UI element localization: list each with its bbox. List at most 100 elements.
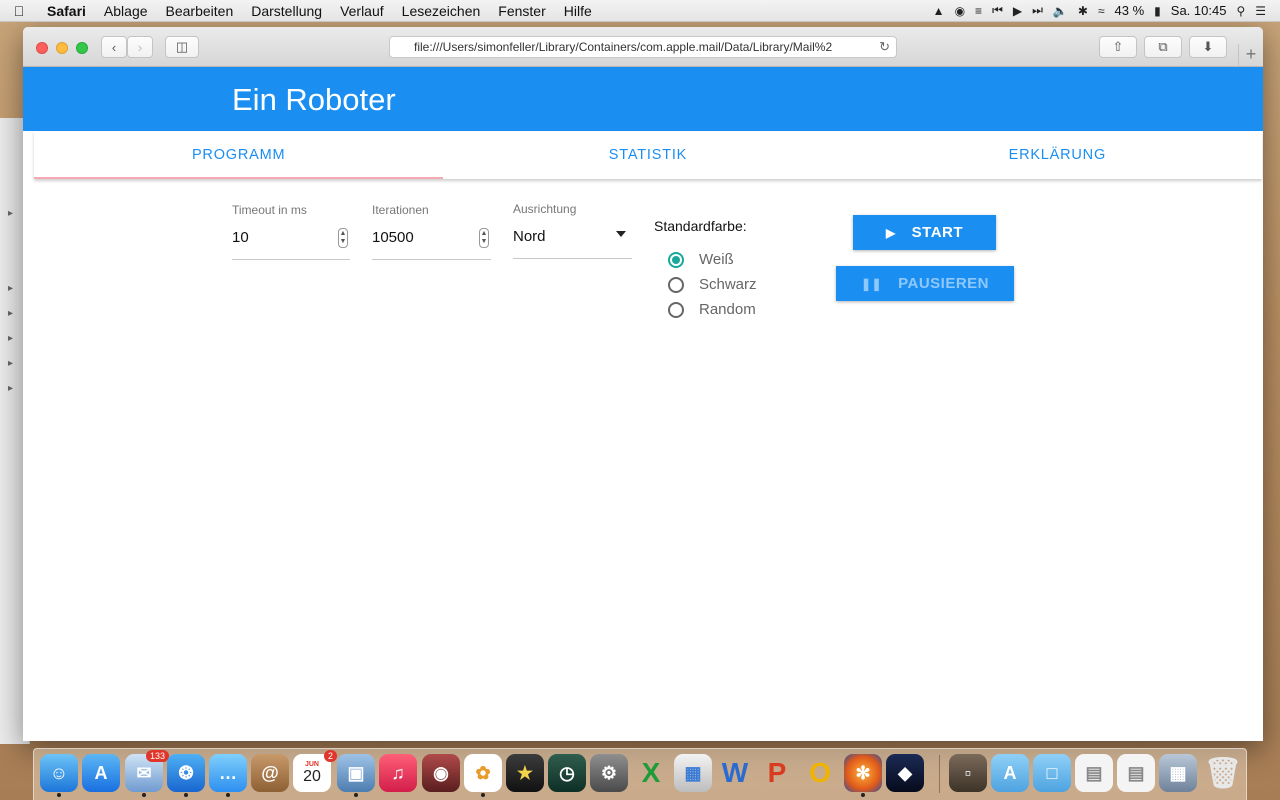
share-icon[interactable]: ⇧ — [1099, 36, 1137, 58]
apple-menu-icon[interactable]:  — [0, 3, 38, 19]
airplay-icon[interactable]: ▲ — [933, 4, 945, 18]
pause-icon: ❚❚ — [860, 276, 883, 291]
radio-weiss-label: Weiß — [699, 251, 734, 268]
menu-ablage[interactable]: Ablage — [95, 3, 157, 19]
iterations-input[interactable]: 10500 — [372, 229, 414, 246]
sidebar-fragment: ▸ — [8, 308, 14, 319]
app-store-icon[interactable]: A — [82, 754, 120, 792]
word-icon[interactable]: W — [716, 754, 754, 792]
tabs-overview-icon[interactable]: ⧉ — [1144, 36, 1182, 58]
calendar-day: 20 — [303, 767, 321, 785]
mail-icon[interactable]: ✉ 133 — [125, 750, 169, 797]
dropdown-arrow-icon[interactable] — [616, 231, 626, 237]
wifi-icon[interactable]: ≈ — [1098, 4, 1105, 18]
tab-erklaerung[interactable]: ERKLÄRUNG — [853, 131, 1262, 179]
app-icon-dark[interactable]: ◆ — [886, 754, 924, 792]
previous-track-icon[interactable]: ⏮ — [992, 3, 1003, 18]
photo-booth-icon[interactable]: ◉ — [422, 754, 460, 792]
volume-icon[interactable]: 🔈 — [1053, 4, 1068, 18]
firefox-icon[interactable]: ✻ — [844, 754, 882, 797]
system-preferences-icon[interactable]: ⚙ — [590, 754, 628, 792]
zoom-window-button[interactable] — [76, 42, 88, 54]
clock[interactable]: Sa. 10:45 — [1171, 3, 1227, 18]
tab-programm[interactable]: PROGRAMM — [34, 131, 444, 179]
applications-folder-icon[interactable]: A — [991, 754, 1029, 792]
timeout-field[interactable]: Timeout in ms 10 ▲ ▼ — [232, 203, 350, 260]
downloads-stack-icon[interactable]: ▦ — [1159, 754, 1197, 792]
address-bar[interactable]: file:///Users/simonfeller/Library/Contai… — [389, 36, 897, 58]
play-icon[interactable]: ▶ — [1013, 4, 1022, 18]
sidebar-fragment: ▸ — [8, 358, 14, 369]
calendar-icon[interactable]: JUN 20 2 — [293, 750, 337, 792]
forward-button[interactable]: › — [127, 36, 153, 58]
close-window-button[interactable] — [36, 42, 48, 54]
excel-icon[interactable]: X — [632, 754, 670, 792]
calendar-badge: 2 — [323, 750, 337, 762]
minimize-window-button[interactable] — [56, 42, 68, 54]
calendar-month: JUN — [304, 760, 319, 768]
iterations-stepper-icon[interactable]: ▲ ▼ — [479, 228, 489, 248]
sync-icon[interactable]: ◉ — [955, 4, 965, 18]
tab-statistik[interactable]: STATISTIK — [443, 131, 852, 179]
imovie-icon[interactable]: ★ — [506, 754, 544, 792]
menu-verlauf[interactable]: Verlauf — [331, 3, 393, 19]
screenshot-stack-icon[interactable]: ▤ — [1117, 754, 1155, 792]
notification-center-icon[interactable]: ☰ — [1255, 4, 1266, 18]
contacts-icon[interactable]: @ — [251, 754, 289, 792]
outlook-icon[interactable]: O — [801, 754, 839, 792]
menu-fenster[interactable]: Fenster — [489, 3, 554, 19]
powerpoint-icon[interactable]: P — [758, 754, 796, 792]
documents-folder-icon[interactable]: □ — [1033, 754, 1071, 792]
reload-icon[interactable]: ↻ — [879, 39, 890, 55]
timeout-stepper-icon[interactable]: ▲ ▼ — [338, 228, 348, 248]
radio-weiss[interactable]: Weiß — [668, 251, 734, 268]
play-icon: ▶ — [885, 225, 896, 240]
bluetooth-icon[interactable]: ✱ — [1078, 4, 1088, 18]
iterations-field[interactable]: Iterationen 10500 ▲ ▼ — [372, 203, 491, 260]
menu-hilfe[interactable]: Hilfe — [555, 3, 601, 19]
url-text: file:///Users/simonfeller/Library/Contai… — [414, 40, 833, 54]
radio-random[interactable]: Random — [668, 301, 756, 318]
list-icon[interactable]: ≡ — [975, 4, 982, 18]
app-icon[interactable]: ▦ — [674, 754, 712, 792]
radio-unselected-icon[interactable] — [668, 276, 684, 293]
menu-darstellung[interactable]: Darstellung — [242, 3, 331, 19]
sidebar-fragment: ▸ — [8, 208, 14, 219]
messages-icon[interactable]: … — [209, 754, 247, 797]
finder-icon[interactable]: ☺ — [40, 754, 78, 797]
back-button[interactable]: ‹ — [101, 36, 127, 58]
menu-bearbeiten[interactable]: Bearbeiten — [157, 3, 243, 19]
orientation-value[interactable]: Nord — [513, 228, 546, 245]
sidebar-fragment: ▸ — [8, 383, 14, 394]
radio-unselected-icon[interactable] — [668, 301, 684, 318]
sidebar-toggle-icon[interactable]: ◫ — [165, 36, 199, 58]
photos-icon[interactable]: ✿ — [464, 754, 502, 797]
next-track-icon[interactable]: ⏭ — [1032, 3, 1043, 18]
orientation-select[interactable]: Ausrichtung Nord — [513, 202, 632, 259]
timeout-input[interactable]: 10 — [232, 229, 249, 246]
battery-icon[interactable]: ▮ — [1154, 4, 1161, 18]
radio-schwarz[interactable]: Schwarz — [668, 276, 757, 293]
radio-schwarz-label: Schwarz — [699, 276, 757, 293]
preview-icon[interactable]: ▣ — [337, 754, 375, 797]
tab-bar: PROGRAMM STATISTIK ERKLÄRUNG — [34, 131, 1262, 179]
time-machine-icon[interactable]: ◷ — [548, 754, 586, 792]
pause-button[interactable]: ❚❚ PAUSIEREN — [836, 266, 1014, 301]
document-stack-icon[interactable]: ▤ — [1075, 754, 1113, 792]
spotlight-search-icon[interactable]: ⚲ — [1236, 4, 1245, 18]
battery-percent[interactable]: 43 % — [1115, 3, 1145, 18]
sidebar-fragment: ▸ — [8, 283, 14, 294]
trash-icon[interactable]: 🗑 — [1204, 754, 1242, 792]
new-tab-button[interactable]: + — [1238, 44, 1263, 66]
itunes-icon[interactable]: ♫ — [379, 754, 417, 792]
app-title: Ein Roboter — [232, 82, 396, 117]
safari-icon[interactable]: ❂ — [167, 754, 205, 797]
menu-safari[interactable]: Safari — [38, 3, 95, 19]
dock-separator — [939, 755, 940, 793]
start-button[interactable]: ▶ START — [853, 215, 996, 250]
iterations-label: Iterationen — [372, 203, 429, 217]
radio-selected-icon[interactable] — [668, 251, 684, 268]
folder-stack-icon[interactable]: ▫ — [949, 754, 987, 792]
menu-lesezeichen[interactable]: Lesezeichen — [393, 3, 490, 19]
downloads-icon[interactable]: ⬇ — [1189, 36, 1227, 58]
